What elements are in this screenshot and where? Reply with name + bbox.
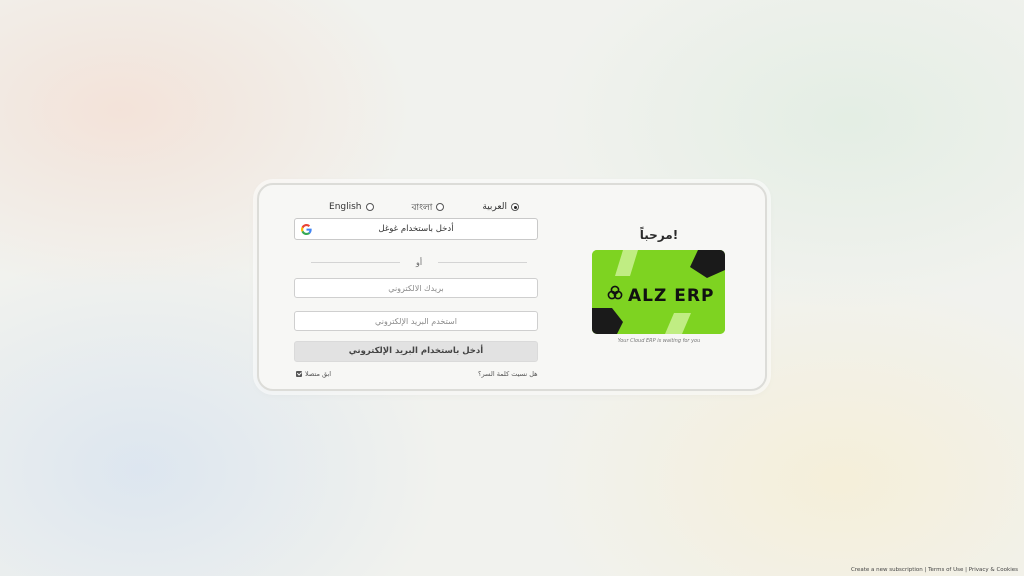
login-card: العربية বাংলা English أدخل باستخدام غوغل… [257, 183, 767, 391]
or-label: أو [415, 257, 423, 267]
divider-line-right [438, 261, 527, 263]
stay-signed-in[interactable]: ابق متصلا [296, 370, 331, 378]
language-selector: العربية বাংলা English [329, 200, 519, 214]
language-label-bangla: বাংলা [411, 202, 433, 213]
google-signin-label: أدخل باستخدام غوغل [378, 224, 454, 234]
alzerp-logo: ALZ ERP [592, 250, 725, 334]
tagline: Your Cloud ERP is waiting for you [617, 338, 701, 344]
logo-graphic: ALZ ERP [592, 250, 725, 334]
email-input[interactable] [294, 278, 538, 298]
language-label-english: English [329, 202, 362, 212]
divider-line-left [311, 261, 400, 263]
google-signin-button[interactable]: أدخل باستخدام غوغل [294, 218, 538, 240]
welcome-heading: مرحباً! [639, 228, 679, 242]
footer-separator: | [924, 567, 927, 573]
forgot-password-link[interactable]: هل نسيت كلمة السر؟ [478, 370, 538, 378]
footer-separator: | [965, 567, 968, 573]
language-option-bangla[interactable]: বাংলা [412, 200, 445, 215]
language-label-arabic: العربية [482, 202, 507, 212]
google-icon [301, 224, 312, 235]
stay-signed-in-label: ابق متصلا [305, 370, 332, 378]
radio-arabic[interactable] [511, 203, 519, 211]
privacy-cookies-link[interactable]: Privacy & Cookies [969, 567, 1018, 573]
radio-bangla[interactable] [436, 203, 445, 211]
or-divider: أو [311, 257, 527, 267]
footer-links: Create a new subscription | Terms of Use… [851, 567, 1018, 573]
language-option-arabic[interactable]: العربية [482, 202, 519, 212]
terms-of-use-link[interactable]: Terms of Use [928, 567, 963, 573]
create-subscription-link[interactable]: Create a new subscription [851, 567, 923, 573]
stay-signed-in-checkbox[interactable] [296, 371, 302, 377]
logo-text: ALZ ERP [628, 286, 714, 306]
language-option-english[interactable]: English [329, 202, 374, 212]
password-input[interactable] [294, 311, 538, 331]
email-signin-button[interactable]: أدخل باستخدام البريد الإلكتروني [294, 341, 538, 362]
radio-english[interactable] [365, 203, 374, 211]
